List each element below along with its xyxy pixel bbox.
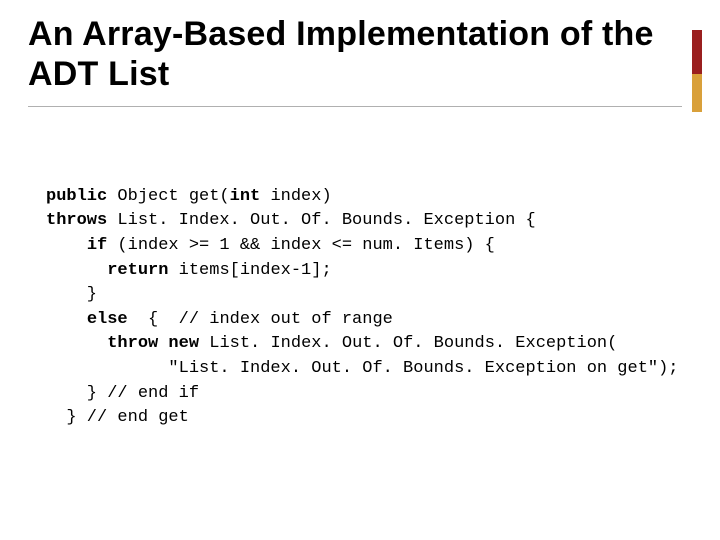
slide-title: An Array-Based Implementation of the ADT… [28, 14, 692, 94]
code-line-6: else { // index out of range [46, 310, 393, 329]
title-underline [28, 106, 682, 107]
code-line-10: } // end get [46, 408, 189, 427]
code-line-1: public Object get(int index) [46, 187, 332, 206]
keyword-if: if [87, 236, 107, 255]
code-line-3: if (index >= 1 && index <= num. Items) { [46, 236, 495, 255]
accent-bar-top [692, 30, 702, 74]
title-block: An Array-Based Implementation of the ADT… [28, 14, 692, 94]
code-block: public Object get(int index) throws List… [46, 160, 679, 431]
code-line-9: } // end if [46, 384, 199, 403]
keyword-int: int [230, 187, 261, 206]
keyword-return: return [107, 261, 168, 280]
accent-bar [692, 30, 702, 112]
keyword-else: else [87, 310, 128, 329]
code-line-5: } [46, 285, 97, 304]
keyword-throw-new: throw new [107, 334, 199, 353]
keyword-public: public [46, 187, 107, 206]
code-line-7: throw new List. Index. Out. Of. Bounds. … [46, 334, 617, 353]
accent-bar-bottom [692, 74, 702, 112]
code-line-4: return items[index-1]; [46, 261, 332, 280]
code-line-2: throws List. Index. Out. Of. Bounds. Exc… [46, 211, 536, 230]
slide: An Array-Based Implementation of the ADT… [0, 0, 720, 540]
code-line-8: "List. Index. Out. Of. Bounds. Exception… [46, 359, 679, 378]
keyword-throws: throws [46, 211, 107, 230]
